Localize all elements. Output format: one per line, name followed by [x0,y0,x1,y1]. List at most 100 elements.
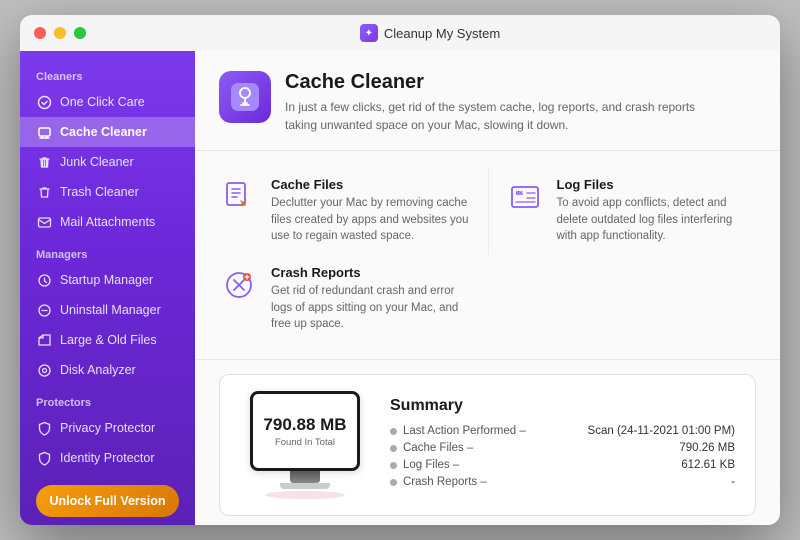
minimize-button[interactable] [54,27,66,39]
sidebar-label-trash-cleaner: Trash Cleaner [60,185,139,199]
feature-cache-files: Cache Files Declutter your Mac by removi… [219,167,488,255]
sidebar-item-cache-cleaner[interactable]: Cache Cleaner [20,117,195,147]
crash-reports-description: Get rid of redundant crash and error log… [271,283,476,333]
window-title: ✦ Cleanup My System [94,24,766,42]
features-grid: Cache Files Declutter your Mac by removi… [195,151,780,360]
dot-crash-reports [390,479,397,486]
svg-text:LOG: LOG [517,191,525,196]
sidebar-label-one-click-care: One Click Care [60,95,145,109]
app-logo-icon: ✦ [360,24,378,42]
page-title: Cache Cleaner [285,71,725,94]
startup-manager-icon [36,272,52,288]
cleaners-section-label: Cleaners [20,63,195,87]
log-files-label-text: Log Files – [403,459,459,471]
sidebar-label-cache-cleaner: Cache Cleaner [60,125,147,139]
sidebar-label-startup-manager: Startup Manager [60,273,153,287]
summary-label-cache-files: Cache Files – [390,442,473,454]
sidebar-label-identity-protector: Identity Protector [60,451,155,465]
sidebar-item-startup-manager[interactable]: Startup Manager [20,265,195,295]
main-header: Cache Cleaner In just a few clicks, get … [195,51,780,151]
main-content: Cache Cleaner In just a few clicks, get … [195,51,780,525]
summary-row-cache-files: Cache Files – 790.26 MB [390,442,735,454]
privacy-protector-icon [36,420,52,436]
maximize-button[interactable] [74,27,86,39]
cache-cleaner-icon [36,124,52,140]
sidebar-label-large-old-files: Large & Old Files [60,333,157,347]
cache-files-label-text: Cache Files – [403,442,473,454]
crash-reports-value: - [731,476,735,488]
cache-files-title: Cache Files [271,177,476,192]
sidebar-item-mail-attachments[interactable]: Mail Attachments [20,207,195,237]
last-action-value: Scan (24-11-2021 01:00 PM) [588,425,735,437]
crash-reports-text: Crash Reports Get rid of redundant crash… [271,265,476,333]
monitor-stand [290,471,320,483]
sidebar-footer: Unlock Full Version [20,473,195,525]
log-files-text: Log Files To avoid app conflicts, detect… [557,177,745,245]
cache-files-icon [219,177,259,217]
sidebar-item-large-old-files[interactable]: Large & Old Files [20,325,195,355]
sidebar-item-trash-cleaner[interactable]: Trash Cleaner [20,177,195,207]
mail-attachments-icon [36,214,52,230]
disk-analyzer-icon [36,362,52,378]
sidebar-item-junk-cleaner[interactable]: Junk Cleaner [20,147,195,177]
summary-label-crash-reports: Crash Reports – [390,476,487,488]
crash-reports-title: Crash Reports [271,265,476,280]
sidebar-label-privacy-protector: Privacy Protector [60,421,155,435]
monitor-found-label: Found In Total [275,437,335,448]
junk-cleaner-icon [36,154,52,170]
unlock-full-version-button[interactable]: Unlock Full Version [36,485,179,517]
dot-last-action [390,428,397,435]
managers-section-label: Managers [20,241,195,265]
protectors-section-label: Protectors [20,389,195,413]
monitor-screen: 790.88 MB Found In Total [250,391,360,471]
close-button[interactable] [34,27,46,39]
cache-cleaner-header-icon [219,71,271,123]
sidebar-label-mail-attachments: Mail Attachments [60,215,155,229]
summary-label-log-files: Log Files – [390,459,459,471]
dot-log-files [390,462,397,469]
monitor-glow [265,491,345,499]
sidebar-item-identity-protector[interactable]: Identity Protector [20,443,195,473]
large-old-files-icon [36,332,52,348]
summary-data: Summary Last Action Performed – Scan (24… [390,397,735,493]
sidebar-label-junk-cleaner: Junk Cleaner [60,155,134,169]
cache-files-value: 790.26 MB [679,442,735,454]
sidebar-item-one-click-care[interactable]: One Click Care [20,87,195,117]
monitor-graphic: 790.88 MB Found In Total [240,391,370,499]
log-files-description: To avoid app conflicts, detect and delet… [557,195,745,245]
log-files-title: Log Files [557,177,745,192]
monitor-base [280,483,330,489]
cache-files-text: Cache Files Declutter your Mac by removi… [271,177,476,245]
sidebar-item-disk-analyzer[interactable]: Disk Analyzer [20,355,195,385]
summary-row-log-files: Log Files – 612.61 KB [390,459,735,471]
titlebar: ✦ Cleanup My System [20,15,780,51]
content-area: Cleaners One Click Care Cache Cleaner Ju… [20,51,780,525]
summary-title: Summary [390,397,735,415]
page-description: In just a few clicks, get rid of the sys… [285,98,725,134]
trash-cleaner-icon [36,184,52,200]
log-files-icon: LOG [505,177,545,217]
sidebar: Cleaners One Click Care Cache Cleaner Ju… [20,51,195,525]
sidebar-item-privacy-protector[interactable]: Privacy Protector [20,413,195,443]
log-files-value: 612.61 KB [681,459,735,471]
main-header-text: Cache Cleaner In just a few clicks, get … [285,71,725,134]
summary-section: 790.88 MB Found In Total Summary Last Ac… [219,374,756,516]
summary-row-crash-reports: Crash Reports – - [390,476,735,488]
one-click-care-icon [36,94,52,110]
uninstall-manager-icon [36,302,52,318]
sidebar-label-uninstall-manager: Uninstall Manager [60,303,161,317]
feature-log-files: LOG Log Files To avoid app conflicts, de… [488,167,757,255]
app-window: ✦ Cleanup My System Cleaners One Click C… [20,15,780,525]
monitor-size-value: 790.88 MB [263,415,346,435]
sidebar-item-uninstall-manager[interactable]: Uninstall Manager [20,295,195,325]
crash-reports-label-text: Crash Reports – [403,476,487,488]
summary-row-last-action: Last Action Performed – Scan (24-11-2021… [390,425,735,437]
identity-protector-icon [36,450,52,466]
sidebar-label-disk-analyzer: Disk Analyzer [60,363,136,377]
feature-crash-reports: Crash Reports Get rid of redundant crash… [219,255,488,343]
summary-label-last-action: Last Action Performed – [390,425,526,437]
cache-files-description: Declutter your Mac by removing cache fil… [271,195,476,245]
crash-reports-icon [219,265,259,305]
dot-cache-files [390,445,397,452]
window-title-text: Cleanup My System [384,26,500,41]
